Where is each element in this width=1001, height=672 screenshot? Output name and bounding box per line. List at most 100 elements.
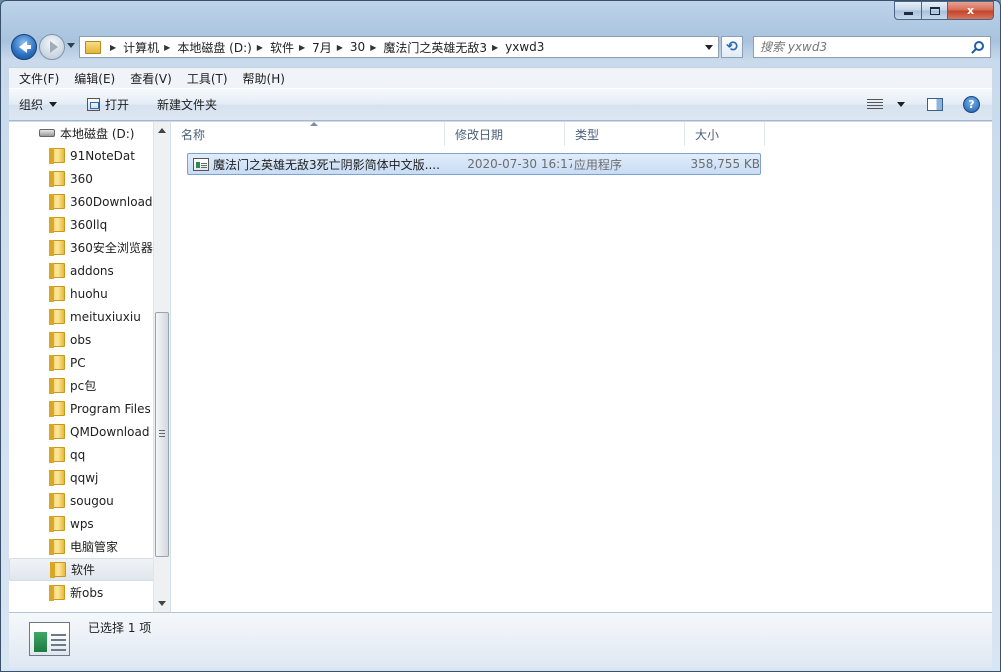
minimize-icon (903, 12, 913, 15)
back-button[interactable] (11, 34, 37, 60)
tree-item-label: huohu (70, 286, 108, 301)
folder-icon (49, 171, 65, 187)
command-bar-right: ? (867, 89, 992, 120)
file-name: 魔法门之英雄无敌3死亡阴影简体中文版.... (213, 157, 440, 172)
tree-item-drive-d[interactable]: 本地磁盘 (D:) (9, 122, 155, 144)
breadcrumb-july[interactable]: 7月 ▶ (312, 37, 350, 57)
scroll-down-icon[interactable] (158, 601, 166, 606)
tree-item-folder[interactable]: wps (9, 512, 155, 535)
open-icon (87, 98, 101, 111)
tree-item-label: 电脑管家 (70, 540, 119, 554)
tree-item-folder[interactable]: 360安全浏览器下载 (9, 236, 155, 259)
organize-button[interactable]: 组织 (9, 89, 67, 120)
tree-item-label: 360llq (70, 217, 108, 232)
new-folder-label: 新建文件夹 (157, 98, 218, 112)
menu-file[interactable]: 文件(F) (9, 70, 64, 87)
search-box[interactable] (753, 36, 991, 58)
tree-item-folder[interactable]: 360Downloads (9, 190, 155, 213)
menu-view[interactable]: 查看(V) (120, 70, 177, 87)
column-header-label: 类型 (575, 127, 600, 142)
breadcrumb-computer[interactable]: 计算机 ▶ (123, 37, 177, 57)
explorer-window: x ▶ 计算机 ▶ 本地磁盘 (D:) ▶ 软件 ▶ 7月 ▶ 30 ▶ 魔法门之英雄无敌… (0, 0, 1001, 672)
breadcrumb-30[interactable]: 30 ▶ (350, 37, 383, 57)
tree-item-folder[interactable]: 新obs (9, 581, 155, 604)
tree-item-folder[interactable]: PC (9, 351, 155, 374)
tree-item-label: 软件 (71, 563, 96, 577)
refresh-button[interactable]: ⟲ (721, 36, 743, 58)
refresh-icon: ⟲ (726, 39, 738, 55)
breadcrumb-game-folder[interactable]: 魔法门之英雄无敌3 ▶ (383, 37, 505, 57)
tree-item-folder[interactable]: obs (9, 328, 155, 351)
tree-item-folder[interactable]: addons (9, 259, 155, 282)
column-header-date[interactable]: 修改日期 (445, 122, 565, 146)
address-bar[interactable]: ▶ 计算机 ▶ 本地磁盘 (D:) ▶ 软件 ▶ 7月 ▶ 30 ▶ 魔法门之英雄无敌3 ▶… (79, 36, 719, 58)
tree-item-folder[interactable]: meituxiuxiu (9, 305, 155, 328)
tree-item-label: 360安全浏览器下载 (70, 241, 155, 255)
navigation-scrollbar[interactable] (153, 122, 170, 612)
content-panes: 本地磁盘 (D:) 91NoteDat 360 360Downloads 360… (9, 122, 992, 612)
breadcrumb-separator[interactable]: ▶ (105, 37, 123, 57)
tree-item-folder[interactable]: qqwj (9, 466, 155, 489)
recent-pages-dropdown[interactable] (67, 43, 75, 48)
new-folder-button[interactable]: 新建文件夹 (139, 89, 227, 120)
close-icon: x (966, 4, 975, 17)
tree-item-folder[interactable]: sougou (9, 489, 155, 512)
close-button[interactable]: x (947, 1, 994, 20)
column-header-size[interactable]: 大小 (685, 122, 765, 146)
scrollbar-thumb[interactable] (155, 312, 169, 557)
tree-item-folder[interactable]: 360llq (9, 213, 155, 236)
column-header-name[interactable]: 名称 (171, 122, 445, 146)
tree-item-folder[interactable]: 360 (9, 167, 155, 190)
change-view-icon[interactable] (867, 98, 883, 111)
minimize-button[interactable] (894, 1, 921, 20)
forward-button[interactable] (39, 34, 65, 60)
column-headers: 名称 修改日期 类型 大小 (171, 122, 765, 146)
menu-edit[interactable]: 编辑(E) (64, 70, 120, 87)
folder-icon (49, 447, 65, 463)
folder-tree: 本地磁盘 (D:) 91NoteDat 360 360Downloads 360… (9, 122, 155, 604)
tree-item-label: addons (70, 263, 114, 278)
tree-item-label: meituxiuxiu (70, 309, 141, 324)
scroll-up-icon[interactable] (158, 128, 166, 133)
folder-icon (49, 332, 65, 348)
menu-help[interactable]: 帮助(H) (233, 70, 290, 87)
tree-item-label: qqwj (70, 470, 99, 485)
file-list-pane: 名称 修改日期 类型 大小 魔法门之英雄无敌3死亡阴影简体中文版.... 202… (171, 122, 992, 612)
breadcrumb-current[interactable]: yxwd3 (505, 37, 544, 57)
column-header-type[interactable]: 类型 (565, 122, 685, 146)
chevron-down-icon (49, 102, 58, 107)
menu-bar: 文件(F) 编辑(E) 查看(V) 工具(T) 帮助(H) (9, 67, 992, 88)
tree-item-label: 本地磁盘 (D:) (60, 126, 135, 141)
view-options-dropdown[interactable] (897, 102, 905, 107)
menu-tools[interactable]: 工具(T) (177, 70, 233, 87)
tree-item-folder[interactable]: pc包 (9, 374, 155, 397)
folder-icon (49, 539, 65, 555)
breadcrumb-software[interactable]: 软件 ▶ (270, 37, 312, 57)
tree-item-label: 360 (70, 171, 93, 186)
tree-item-folder[interactable]: qq (9, 443, 155, 466)
organize-label: 组织 (19, 98, 44, 112)
open-button[interactable]: 打开 (67, 89, 139, 120)
address-history-dropdown[interactable] (705, 45, 713, 50)
tree-item-folder[interactable]: 91NoteDat (9, 144, 155, 167)
tree-item-folder[interactable]: QMDownload (9, 420, 155, 443)
tree-item-label: pc包 (70, 379, 97, 393)
folder-icon (49, 516, 65, 532)
open-label: 打开 (105, 98, 130, 112)
help-icon[interactable]: ? (963, 96, 980, 113)
sort-ascending-icon (310, 122, 318, 126)
search-input[interactable] (760, 40, 960, 54)
tree-item-folder[interactable]: Program Files (9, 397, 155, 420)
maximize-button[interactable] (921, 1, 947, 20)
caption-buttons: x (894, 1, 994, 20)
command-bar: 组织 打开 新建文件夹 ? (9, 88, 992, 121)
search-icon[interactable] (974, 41, 984, 51)
tree-item-folder-selected[interactable]: 软件 (9, 558, 155, 581)
preview-pane-icon[interactable] (927, 98, 943, 111)
breadcrumb-drive[interactable]: 本地磁盘 (D:) ▶ (177, 37, 270, 57)
tree-item-folder[interactable]: huohu (9, 282, 155, 305)
tree-item-folder[interactable]: 电脑管家 (9, 535, 155, 558)
tree-item-label: 91NoteDat (70, 148, 135, 163)
file-date: 2020-07-30 16:17 (467, 157, 572, 171)
file-row-selected[interactable]: 魔法门之英雄无敌3死亡阴影简体中文版.... 2020-07-30 16:17 … (187, 153, 761, 175)
